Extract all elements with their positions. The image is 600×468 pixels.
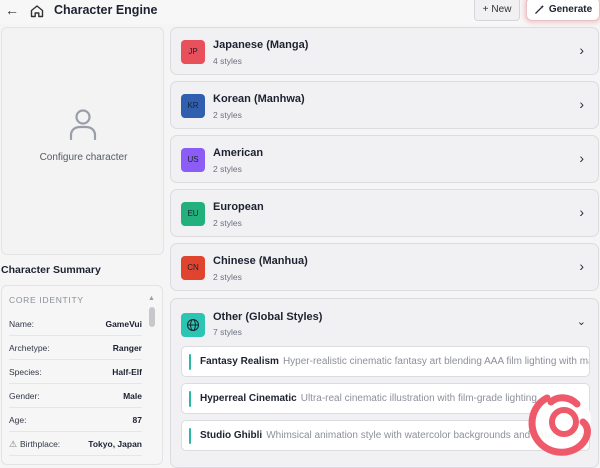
category-count: 2 styles [213, 218, 242, 228]
chevron-down-icon[interactable]: ⌄ [577, 315, 586, 328]
style-title: Studio Ghibli [200, 430, 263, 441]
scrollbar-thumb[interactable] [149, 307, 155, 327]
style-title: Fantasy Realism [200, 356, 279, 367]
category-european[interactable]: EU European 2 styles › [170, 189, 599, 237]
user-icon [69, 109, 97, 140]
arrow-left-icon[interactable]: ← [4, 2, 20, 18]
summary-row-birthplace: ⚠ Birthplace: Tokyo, Japan [9, 432, 142, 456]
summary-value: Tokyo, Japan [88, 439, 142, 449]
category-korean[interactable]: KR Korean (Manhwa) 2 styles › [170, 81, 599, 129]
category-name: Japanese (Manga) [213, 39, 309, 51]
summary-value: Male [123, 391, 142, 401]
page-title: Character Engine [54, 3, 158, 17]
chevron-right-icon: › [579, 42, 584, 58]
configure-character-label: Configure character [39, 152, 128, 163]
style-item-fantasy-realism[interactable]: Fantasy Realism Hyper-realistic cinematic… [181, 346, 590, 377]
summary-row-name: Name: GameVui [9, 312, 142, 336]
summary-key: Age: [9, 415, 27, 425]
new-button-label: New [491, 3, 512, 15]
category-count: 4 styles [213, 56, 242, 66]
brand-logo-icon [528, 391, 591, 456]
category-chinese[interactable]: CN Chinese (Manhua) 2 styles › [170, 243, 599, 291]
style-title: Hyperreal Cinematic [200, 393, 297, 404]
flag-jp-badge: JP [181, 40, 205, 64]
accent-bar [189, 428, 191, 444]
generate-button-label: Generate [548, 3, 593, 15]
core-identity-heading: CORE IDENTITY [9, 295, 84, 305]
globe-icon [181, 313, 205, 337]
category-name: American [213, 147, 264, 159]
summary-key: Gender: [9, 391, 40, 401]
category-name: European [213, 201, 264, 213]
chevron-right-icon: › [579, 258, 584, 274]
category-count: 2 styles [213, 164, 242, 174]
summary-value: GameVui [105, 319, 142, 329]
summary-key: Birthplace: [20, 439, 61, 449]
category-name: Other (Global Styles) [213, 311, 323, 323]
summary-row-species: Species: Half-Elf [9, 360, 142, 384]
top-bar: ← Character Engine + New Generate [0, 0, 600, 24]
home-icon[interactable] [29, 3, 45, 19]
accent-bar [189, 354, 191, 370]
summary-row-age: Age: 87 [9, 408, 142, 432]
category-american[interactable]: US American 2 styles › [170, 135, 599, 183]
category-name: Chinese (Manhua) [213, 255, 308, 267]
category-count: 2 styles [213, 110, 242, 120]
summary-value: 87 [132, 415, 142, 425]
category-name: Korean (Manhwa) [213, 93, 305, 105]
chevron-right-icon: › [579, 96, 584, 112]
character-summary-title: Character Summary [1, 264, 101, 276]
flag-cn-badge: CN [181, 256, 205, 280]
summary-key: Archetype: [9, 343, 50, 353]
summary-row-gender: Gender: Male [9, 384, 142, 408]
summary-value: Half-Elf [112, 367, 142, 377]
summary-key: Name: [9, 319, 35, 329]
character-summary-panel: CORE IDENTITY ▲ Name: GameVui Archetype:… [1, 285, 163, 465]
new-button[interactable]: + New [474, 0, 520, 21]
warning-icon: ⚠ [9, 439, 18, 449]
summary-value: Ranger [112, 343, 142, 353]
flag-us-badge: US [181, 148, 205, 172]
flag-eu-badge: EU [181, 202, 205, 226]
flag-kr-badge: KR [181, 94, 205, 118]
style-description: Hyper-realistic cinematic fantasy art bl… [282, 356, 590, 367]
summary-key: Species: [9, 367, 42, 377]
magic-wand-icon [535, 4, 544, 14]
plus-icon: + [482, 3, 489, 15]
chevron-right-icon: › [579, 204, 584, 220]
chevron-right-icon: › [579, 150, 584, 166]
character-preview-panel[interactable]: Configure character [1, 27, 164, 255]
scroll-up-icon[interactable]: ▲ [148, 295, 155, 302]
accent-bar [189, 391, 191, 407]
generate-button[interactable]: Generate [526, 0, 600, 21]
category-japanese[interactable]: JP Japanese (Manga) 4 styles › [170, 27, 599, 75]
summary-row-archetype: Archetype: Ranger [9, 336, 142, 360]
category-count: 2 styles [213, 272, 242, 282]
category-count: 7 styles [213, 327, 242, 337]
